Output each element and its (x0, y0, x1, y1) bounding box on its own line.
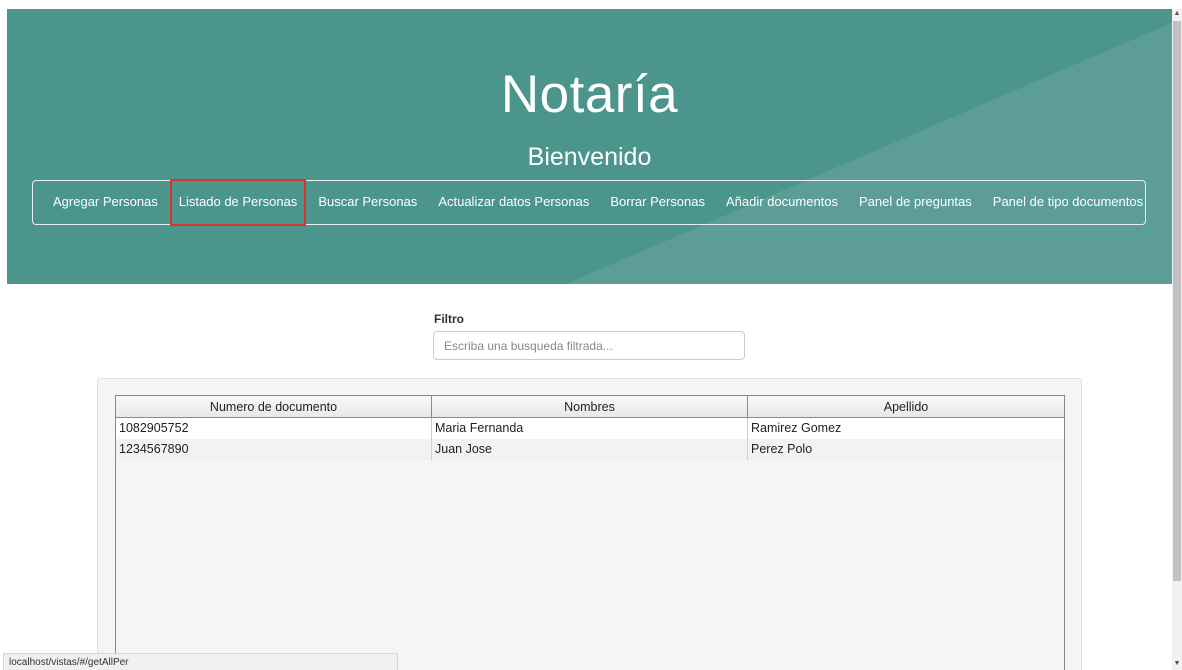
scrollbar-thumb[interactable] (1173, 21, 1181, 581)
page-scrollbar[interactable]: ▲ ▼ (1172, 9, 1182, 670)
status-bar-url: localhost/vistas/#/getAllPer (3, 653, 398, 670)
column-header-apellido[interactable]: Apellido (748, 396, 1064, 417)
filter-input[interactable] (433, 331, 745, 360)
cell-apellido: Perez Polo (751, 442, 813, 456)
nav-anadir-documentos[interactable]: Añadir documentos (718, 180, 846, 225)
column-header-nombres[interactable]: Nombres (432, 396, 748, 417)
welcome-subtitle: Bienvenido (527, 143, 652, 171)
cell-apellido: Ramirez Gomez (751, 421, 842, 435)
nav-buscar-personas[interactable]: Buscar Personas (310, 180, 425, 225)
table-row[interactable]: 1234567890 Juan Jose Perez Polo (116, 439, 1064, 460)
nav-panel-preguntas[interactable]: Panel de preguntas (851, 180, 980, 225)
cell-documento: 1234567890 (116, 439, 432, 460)
page-title: Notaría (500, 65, 679, 124)
persons-grid: Numero de documento Nombres Apellido 108… (115, 395, 1065, 670)
table-row[interactable]: 1082905752 Maria Fernanda Ramirez Gomez (116, 418, 1064, 439)
cell-nombres: Maria Fernanda (432, 418, 748, 439)
filter-label: Filtro (434, 312, 464, 326)
cell-documento: 1082905752 (116, 418, 432, 439)
main-nav: Agregar Personas Listado de Personas Bus… (32, 179, 1146, 226)
scroll-up-icon[interactable]: ▲ (1172, 9, 1182, 19)
scroll-down-icon[interactable]: ▼ (1172, 659, 1182, 669)
column-header-documento[interactable]: Numero de documento (116, 396, 432, 417)
header-banner: Notaría Bienvenido Agregar Personas List… (7, 9, 1172, 284)
grid-header-row: Numero de documento Nombres Apellido (116, 396, 1064, 418)
nav-borrar-personas[interactable]: Borrar Personas (602, 180, 713, 225)
nav-agregar-personas[interactable]: Agregar Personas (45, 180, 166, 225)
cell-nombres: Juan Jose (432, 439, 748, 460)
nav-panel-tipo-documentos[interactable]: Panel de tipo documentos (985, 180, 1151, 225)
nav-listado-personas[interactable]: Listado de Personas (169, 179, 307, 226)
nav-actualizar-personas[interactable]: Actualizar datos Personas (430, 180, 597, 225)
table-panel: Numero de documento Nombres Apellido 108… (97, 378, 1082, 670)
page: Notaría Bienvenido Agregar Personas List… (0, 0, 1182, 670)
